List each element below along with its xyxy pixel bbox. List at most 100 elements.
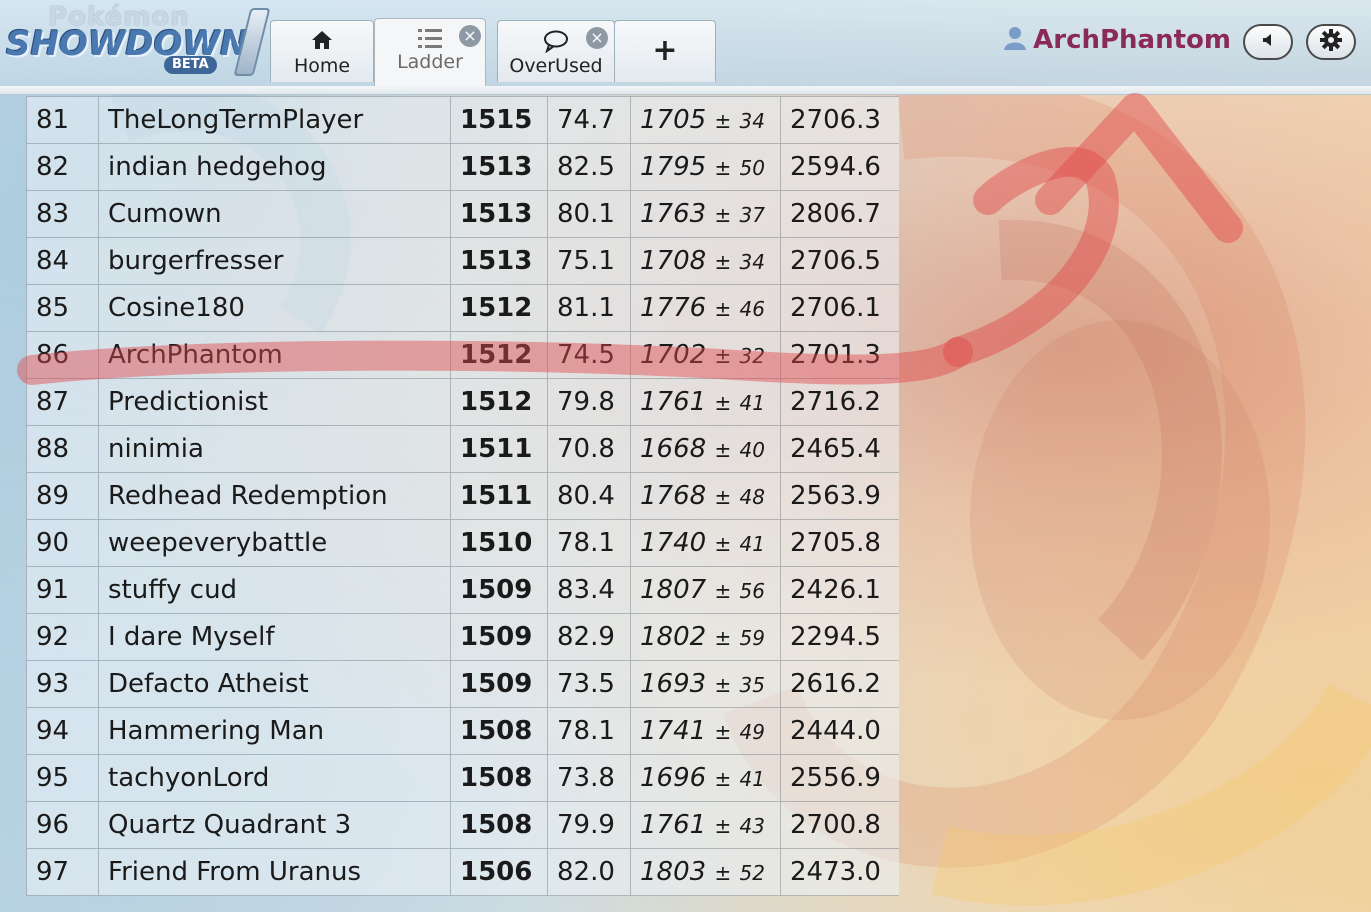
player-name-cell[interactable]: Cosine180 [98,284,451,332]
table-row: 91 stuffy cud 1509 83.4 1807 ± 56 2426.1 [26,566,899,614]
glicko-rating: 1708 [640,246,707,276]
player-name-cell[interactable]: ArchPhantom [98,331,451,379]
close-icon[interactable]: × [586,27,608,49]
rank-cell: 81 [26,96,99,144]
player-name-cell[interactable]: burgerfresser [98,237,451,285]
tab-home[interactable]: Home [270,20,374,82]
plus-minus-sign: ± [714,438,732,462]
player-name-cell[interactable]: Redhead Redemption [98,472,451,520]
elo-cell: 1511 [450,472,548,520]
glicko-rating: 1761 [640,387,707,417]
volume-button[interactable] [1243,24,1293,60]
plus-minus-sign: ± [714,109,732,133]
glicko-deviation: 56 [739,579,765,603]
glicko-cell: 1803 ± 52 [630,848,781,896]
table-row: 92 I dare Myself 1509 82.9 1802 ± 59 2294.5 [26,613,899,661]
user-menu[interactable]: ArchPhantom [1003,22,1231,58]
coil-cell: 2444.0 [780,707,899,755]
showdown-logo[interactable]: Pokémon SHOWDOWN BETA [6,2,271,80]
elo-cell: 1512 [450,331,548,379]
glicko-deviation: 41 [739,391,765,415]
elo-cell: 1509 [450,660,548,708]
glicko-cell: 1705 ± 34 [630,96,781,144]
table-row: 87 Predictionist 1512 79.8 1761 ± 41 2716.2 [26,378,899,426]
coil-cell: 2716.2 [780,378,899,426]
plus-minus-sign: ± [714,250,732,274]
rank-cell: 97 [26,848,99,896]
glicko-deviation: 59 [739,626,765,650]
player-name-cell[interactable]: indian hedgehog [98,143,451,191]
player-name-cell[interactable]: stuffy cud [98,566,451,614]
player-name-cell[interactable]: Cumown [98,190,451,238]
rank-cell: 86 [26,331,99,379]
player-name-cell[interactable]: ninimia [98,425,451,473]
gxe-cell: 78.1 [547,519,631,567]
table-row: 94 Hammering Man 1508 78.1 1741 ± 49 2444.0 [26,707,899,755]
player-name-cell[interactable]: Hammering Man [98,707,451,755]
table-row: 86 ArchPhantom 1512 74.5 1702 ± 32 2701.3 [26,331,899,379]
coil-cell: 2556.9 [780,754,899,802]
coil-cell: 2706.5 [780,237,899,285]
plus-minus-sign: ± [714,532,732,556]
player-name-cell[interactable]: tachyonLord [98,754,451,802]
plus-minus-sign: ± [714,814,732,838]
close-icon[interactable]: × [459,25,481,47]
elo-cell: 1511 [450,425,548,473]
player-name-cell[interactable]: I dare Myself [98,613,451,661]
rank-cell: 89 [26,472,99,520]
rank-cell: 83 [26,190,99,238]
logo-beta-badge: BETA [164,56,217,74]
player-name-cell[interactable]: Predictionist [98,378,451,426]
glicko-cell: 1761 ± 41 [630,378,781,426]
glicko-deviation: 46 [739,297,765,321]
player-name-cell[interactable]: Defacto Atheist [98,660,451,708]
coil-cell: 2563.9 [780,472,899,520]
player-name-cell[interactable]: Quartz Quadrant 3 [98,801,451,849]
plus-minus-sign: ± [714,203,732,227]
plus-minus-sign: ± [714,485,732,509]
tab-ladder[interactable]: Ladder × [374,18,486,86]
glicko-rating: 1761 [640,810,707,840]
glicko-cell: 1740 ± 41 [630,519,781,567]
gxe-cell: 82.5 [547,143,631,191]
glicko-cell: 1763 ± 37 [630,190,781,238]
rank-cell: 84 [26,237,99,285]
top-header: Pokémon SHOWDOWN BETA Home Ladder × Over… [0,0,1371,87]
table-row: 89 Redhead Redemption 1511 80.4 1768 ± 48 256… [26,472,899,520]
tab-overused[interactable]: OverUsed × [497,20,615,82]
player-name-cell[interactable]: TheLongTermPlayer [98,96,451,144]
gxe-cell: 73.8 [547,754,631,802]
glicko-rating: 1696 [640,763,707,793]
gxe-cell: 82.0 [547,848,631,896]
plus-minus-sign: ± [714,720,732,744]
tab-overused-label: OverUsed [509,55,603,77]
glicko-cell: 1702 ± 32 [630,331,781,379]
username[interactable]: ArchPhantom [1033,25,1231,55]
plus-minus-sign: ± [714,579,732,603]
elo-cell: 1508 [450,754,548,802]
coil-cell: 2706.1 [780,284,899,332]
plus-minus-sign: ± [714,156,732,180]
glicko-rating: 1776 [640,293,707,323]
rank-cell: 94 [26,707,99,755]
glicko-rating: 1768 [640,481,707,511]
gxe-cell: 82.9 [547,613,631,661]
glicko-cell: 1741 ± 49 [630,707,781,755]
coil-cell: 2706.3 [780,96,899,144]
glicko-rating: 1702 [640,340,707,370]
coil-cell: 2616.2 [780,660,899,708]
volume-icon [1260,32,1276,52]
gxe-cell: 75.1 [547,237,631,285]
elo-cell: 1510 [450,519,548,567]
gxe-cell: 78.1 [547,707,631,755]
player-name-cell[interactable]: weepeverybattle [98,519,451,567]
tab-ladder-label: Ladder [397,51,463,73]
rank-cell: 92 [26,613,99,661]
player-name-cell[interactable]: Friend From Uranus [98,848,451,896]
glicko-deviation: 50 [739,156,765,180]
coil-cell: 2594.6 [780,143,899,191]
settings-button[interactable] [1306,24,1356,60]
tab-new[interactable]: + [614,20,716,82]
coil-cell: 2701.3 [780,331,899,379]
glicko-deviation: 35 [739,673,765,697]
